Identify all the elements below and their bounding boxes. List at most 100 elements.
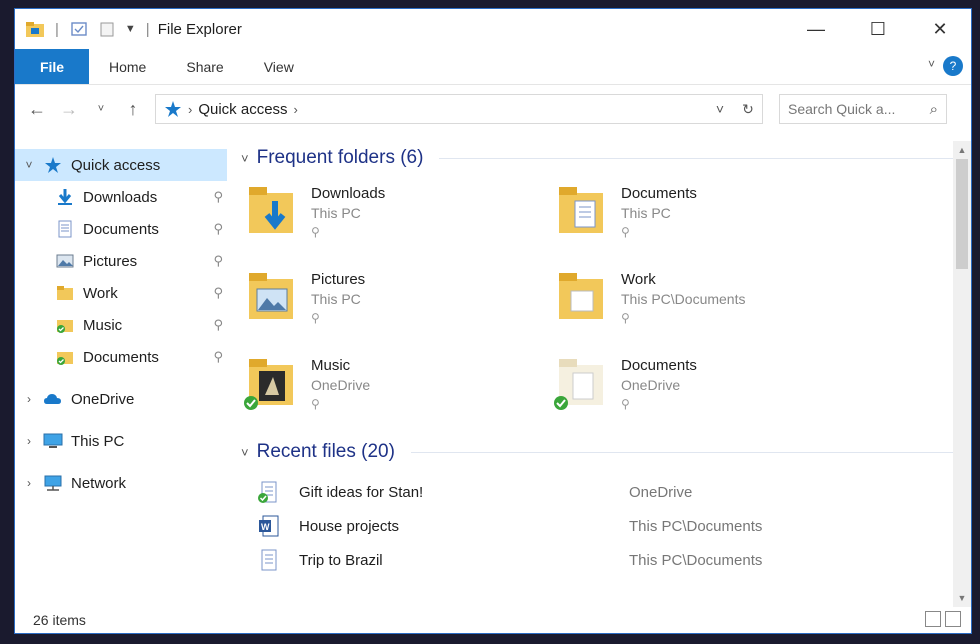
vertical-scrollbar[interactable]: ▲ ▼ (953, 141, 971, 607)
pin-icon: ⚲ (311, 311, 320, 325)
recent-files-header[interactable]: ˅ Recent files (20) (241, 435, 971, 469)
nav-quick-access[interactable]: ˅ Quick access (15, 149, 227, 181)
pin-icon[interactable]: ⚲ (213, 221, 223, 237)
address-dropdown-icon[interactable]: ˅ (706, 95, 734, 123)
nav-onedrive[interactable]: › OneDrive (15, 383, 227, 415)
file-explorer-window: | ▼ | File Explorer — ☐ ✕ File Home Shar… (14, 8, 972, 634)
network-icon (44, 475, 62, 491)
recent-file-location: This PC\Documents (629, 551, 763, 569)
text-file-icon (261, 549, 277, 571)
nav-network[interactable]: › Network (15, 467, 227, 499)
expand-chevron-icon[interactable]: › (15, 392, 43, 406)
nav-label: Work (83, 284, 118, 302)
pictures-folder-icon (249, 273, 293, 319)
tile-name: Music (311, 357, 351, 374)
recent-file-name: House projects (299, 517, 400, 535)
pin-icon[interactable]: ⚲ (213, 285, 223, 301)
refresh-icon[interactable]: ↻ (734, 95, 762, 123)
folder-icon (57, 286, 73, 300)
item-count: 26 items (33, 612, 86, 628)
customize-toolbar-dropdown-icon[interactable]: ▼ (125, 23, 136, 35)
maximize-button[interactable]: ☐ (847, 9, 909, 49)
tile-location: This PC\Documents (621, 291, 746, 307)
expand-ribbon-icon[interactable]: ˅ (928, 57, 935, 71)
search-input[interactable] (788, 101, 914, 117)
window-title: File Explorer (157, 20, 242, 38)
new-folder-icon[interactable] (97, 20, 117, 38)
nav-item-downloads[interactable]: Downloads ⚲ (15, 181, 227, 213)
tile-location: This PC (311, 291, 361, 307)
tab-file[interactable]: File (15, 49, 89, 84)
nav-this-pc[interactable]: › This PC (15, 425, 227, 457)
minimize-button[interactable]: — (785, 9, 847, 49)
collapse-group-icon[interactable]: ˅ (241, 151, 249, 166)
tile-name: Pictures (311, 271, 366, 288)
pin-icon[interactable]: ⚲ (213, 349, 223, 365)
documents-folder-icon (554, 359, 603, 410)
recent-file-row[interactable]: Gift ideas for Stan! OneDrive (241, 475, 971, 509)
main-pane: ˅ Frequent folders (6) Downloads This PC… (227, 141, 971, 607)
recent-file-row[interactable]: W House projects This PC\Documents (241, 509, 971, 543)
folder-tile-downloads[interactable]: Downloads This PC ⚲ (241, 179, 551, 255)
close-button[interactable]: ✕ (909, 9, 971, 49)
recent-locations-icon[interactable]: ˅ (87, 95, 115, 123)
tab-view[interactable]: View (244, 49, 314, 84)
back-button[interactable]: ← (23, 95, 51, 123)
tile-name: Work (621, 271, 656, 288)
help-icon[interactable]: ? (943, 56, 963, 76)
file-explorer-app-icon[interactable] (25, 20, 45, 38)
folder-tile-onedrive-documents[interactable]: Documents OneDrive ⚲ (551, 351, 861, 427)
frequent-folders-header[interactable]: ˅ Frequent folders (6) (241, 141, 971, 175)
recent-files-list: Gift ideas for Stan! OneDrive W House pr… (241, 469, 971, 577)
synced-folder-icon (57, 352, 73, 365)
folder-tile-pictures[interactable]: Pictures This PC ⚲ (241, 265, 551, 341)
scroll-up-icon[interactable]: ▲ (953, 141, 971, 159)
nav-item-music[interactable]: Music ⚲ (15, 309, 227, 341)
expand-chevron-icon[interactable]: › (15, 476, 43, 490)
scroll-thumb[interactable] (956, 159, 968, 269)
breadcrumb-separator-icon[interactable]: › (188, 102, 192, 117)
status-bar: 26 items (15, 607, 971, 633)
search-icon[interactable]: ⌕ (930, 101, 938, 118)
tab-share[interactable]: Share (166, 49, 243, 84)
nav-item-documents[interactable]: Documents ⚲ (15, 213, 227, 245)
large-icons-view-icon[interactable] (945, 611, 961, 627)
folder-tile-work[interactable]: Work This PC\Documents ⚲ (551, 265, 861, 341)
pin-icon[interactable]: ⚲ (213, 189, 223, 205)
group-divider (439, 157, 955, 159)
content-area: ˅ Quick access Downloads ⚲ Documents ⚲ P… (15, 141, 971, 607)
folder-tile-documents[interactable]: Documents This PC ⚲ (551, 179, 861, 255)
tile-text: Pictures This PC ⚲ (311, 265, 365, 341)
breadcrumb-chevron-icon[interactable]: › (294, 102, 298, 117)
recent-file-row[interactable]: Trip to Brazil This PC\Documents (241, 543, 971, 577)
computer-icon (43, 433, 63, 448)
search-box[interactable]: ⌕ (779, 94, 947, 124)
breadcrumb-quick-access[interactable]: Quick access (198, 101, 287, 118)
nav-item-pictures[interactable]: Pictures ⚲ (15, 245, 227, 277)
address-bar[interactable]: › Quick access › ˅ ↻ (155, 94, 763, 124)
nav-item-work[interactable]: Work ⚲ (15, 277, 227, 309)
nav-item-onedrive-documents[interactable]: Documents ⚲ (15, 341, 227, 373)
pin-icon[interactable]: ⚲ (213, 317, 223, 333)
scroll-down-icon[interactable]: ▼ (953, 589, 971, 607)
nav-label: Music (83, 316, 123, 334)
up-button[interactable]: ↑ (119, 95, 147, 123)
collapse-chevron-icon[interactable]: ˅ (15, 158, 43, 172)
forward-button[interactable]: → (55, 95, 83, 123)
pin-icon: ⚲ (311, 397, 320, 411)
folder-icon (559, 273, 603, 319)
nav-label: Network (71, 474, 127, 492)
pin-icon: ⚲ (621, 311, 630, 325)
properties-icon[interactable] (69, 20, 89, 38)
pin-icon[interactable]: ⚲ (213, 253, 223, 269)
navigation-bar: ← → ˅ ↑ › Quick access › ˅ ↻ ⌕ (15, 85, 971, 133)
details-view-icon[interactable] (925, 611, 941, 627)
expand-chevron-icon[interactable]: › (15, 434, 43, 448)
toolbar-divider: | (55, 20, 59, 38)
tab-home[interactable]: Home (89, 49, 166, 84)
collapse-group-icon[interactable]: ˅ (241, 445, 249, 460)
folder-tile-music[interactable]: Music OneDrive ⚲ (241, 351, 551, 427)
pin-icon: ⚲ (621, 397, 630, 411)
